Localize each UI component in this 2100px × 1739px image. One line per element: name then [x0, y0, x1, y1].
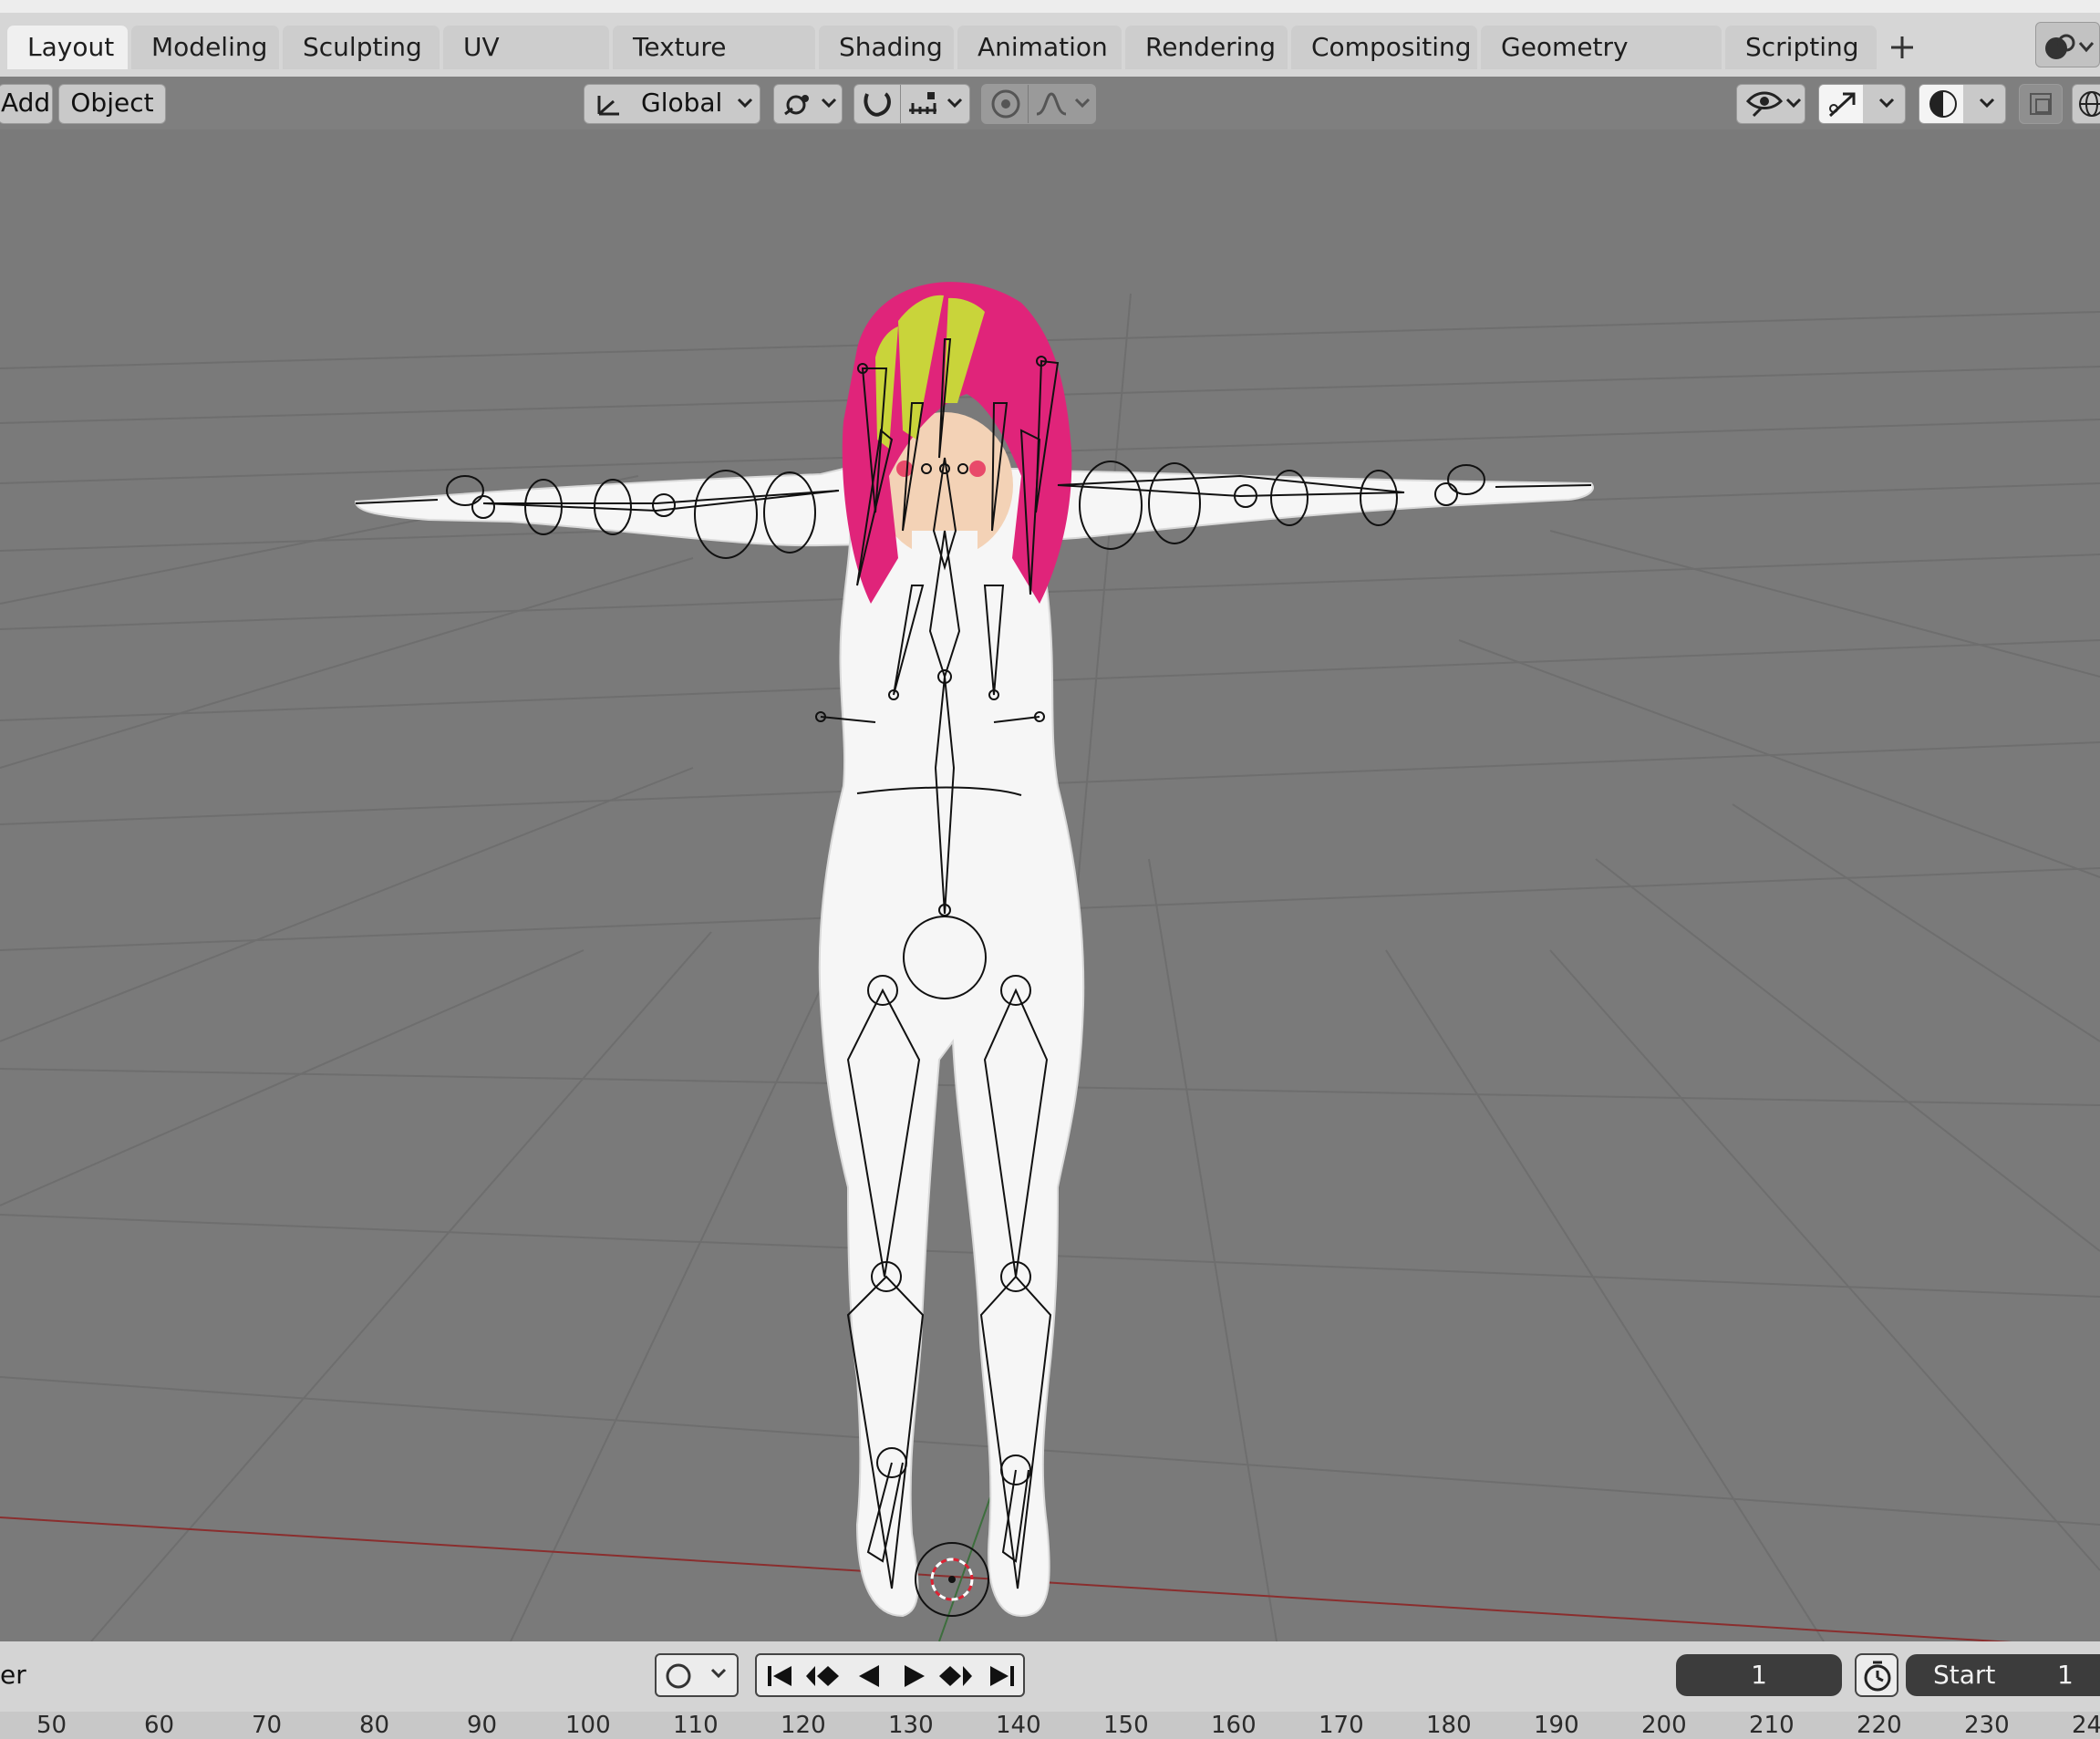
ruler-tick-label: 150	[1103, 1712, 1149, 1739]
engine-icon[interactable]	[2035, 22, 2100, 67]
play-reverse-icon[interactable]	[852, 1661, 888, 1692]
transform-orientation-dropdown[interactable]: Global	[584, 84, 760, 124]
ruler-tick-label: 70	[252, 1712, 283, 1739]
keyframe-dropdown[interactable]	[655, 1653, 739, 1697]
ruler-tick-label: 90	[467, 1712, 498, 1739]
orientation-axes-icon	[597, 96, 619, 116]
ruler-tick-label: 60	[144, 1712, 175, 1739]
ruler-tick-label: 210	[1749, 1712, 1795, 1739]
ruler-tick-label: 140	[996, 1712, 1041, 1739]
jump-to-end-icon[interactable]	[983, 1661, 1019, 1692]
timeline-header: er 1 Start 1	[0, 1641, 2100, 1712]
ruler-tick-label: 190	[1534, 1712, 1579, 1739]
chevron-down-icon	[1878, 98, 1895, 109]
gizmo-arrow-icon[interactable]	[1825, 88, 1861, 119]
tab-compositing[interactable]: Compositing	[1291, 26, 1477, 69]
viewport-header: Add Object Global	[0, 77, 2100, 129]
current-frame-field[interactable]: 1	[1676, 1654, 1842, 1696]
chevron-down-icon	[737, 98, 753, 109]
tab-sculpting[interactable]: Sculpting	[283, 26, 440, 69]
preview-range-toggle[interactable]	[1855, 1653, 1898, 1697]
plus-icon[interactable]	[1884, 29, 1920, 66]
ruler-tick-label: 160	[1211, 1712, 1257, 1739]
snap-group[interactable]	[853, 84, 970, 124]
frame-ruler[interactable]: 50 60 70 80 90 100 110 120 130 140 150 1…	[0, 1712, 2100, 1739]
object-menu[interactable]: Object	[58, 84, 166, 124]
ruler-tick-label: 200	[1641, 1712, 1687, 1739]
xray-toggle[interactable]	[2019, 84, 2063, 124]
3d-viewport[interactable]	[0, 129, 2100, 1641]
add-menu[interactable]: Add	[0, 84, 53, 124]
playback-controls	[755, 1653, 1025, 1697]
tab-layout[interactable]: Layout	[7, 26, 128, 69]
ruler-tick-label: 130	[888, 1712, 934, 1739]
gizmo-dropdown[interactable]	[1818, 84, 1906, 124]
ruler-tick-label: 50	[36, 1712, 67, 1739]
pivot-point-icon	[784, 95, 809, 116]
tab-texture-paint[interactable]: Texture Paint	[613, 26, 815, 106]
chevron-down-icon	[821, 98, 837, 109]
snap-magnet-icon[interactable]	[860, 88, 898, 119]
wireframe-globe-icon	[2079, 91, 2100, 117]
snap-increment-icon[interactable]	[905, 90, 942, 118]
timeline-left-label: er	[0, 1660, 26, 1690]
proportional-edit-icon[interactable]	[989, 88, 1024, 119]
next-keyframe-icon[interactable]	[936, 1661, 978, 1692]
ruler-tick-label: 230	[1964, 1712, 2010, 1739]
window-title-strip	[0, 0, 2100, 13]
jump-to-start-icon[interactable]	[762, 1661, 799, 1692]
record-circle-icon	[666, 1663, 691, 1689]
proportional-edit-group[interactable]	[981, 84, 1096, 124]
ruler-tick-label: 100	[565, 1712, 611, 1739]
tab-scripting[interactable]: Scripting	[1725, 26, 1877, 69]
ruler-tick-label: 80	[359, 1712, 390, 1739]
chevron-down-icon	[947, 98, 963, 109]
tab-shading[interactable]: Shading	[819, 26, 954, 69]
chevron-down-icon	[710, 1668, 727, 1679]
prev-keyframe-icon[interactable]	[802, 1661, 844, 1692]
tab-modeling[interactable]: Modeling	[131, 26, 279, 69]
visibility-eye-icon	[1745, 91, 1784, 118]
chevron-down-icon	[1979, 98, 1995, 109]
workspace-tab-bar: Layout Modeling Sculpting UV Editing Tex…	[0, 13, 2100, 106]
tab-rendering[interactable]: Rendering	[1125, 26, 1288, 69]
ruler-tick-label: 24	[2072, 1712, 2100, 1739]
tab-animation[interactable]: Animation	[957, 26, 1122, 69]
wireframe-shading-button[interactable]	[2072, 84, 2100, 124]
tab-geometry-nodes[interactable]: Geometry Nodes	[1481, 26, 1722, 106]
tab-uv-editing[interactable]: UV Editing	[443, 26, 609, 106]
chevron-down-icon	[1074, 98, 1091, 109]
ruler-tick-label: 110	[673, 1712, 719, 1739]
ruler-tick-label: 170	[1319, 1712, 1364, 1739]
transform-orientation-label: Global	[641, 88, 723, 118]
ruler-tick-label: 120	[781, 1712, 826, 1739]
stopwatch-icon	[1864, 1661, 1891, 1692]
overlay-sphere-icon[interactable]	[1925, 88, 1961, 119]
start-label: Start	[1933, 1660, 1996, 1690]
xray-icon	[2030, 93, 2052, 115]
start-value: 1	[2057, 1660, 2074, 1690]
play-icon[interactable]	[895, 1661, 932, 1692]
falloff-curve-icon[interactable]	[1033, 90, 1070, 118]
pivot-point-dropdown[interactable]	[773, 84, 843, 124]
ruler-tick-label: 180	[1426, 1712, 1472, 1739]
overlay-dropdown[interactable]	[1919, 84, 2006, 124]
chevron-down-icon	[1785, 98, 1802, 109]
visibility-dropdown[interactable]	[1736, 84, 1805, 124]
ruler-tick-label: 220	[1857, 1712, 1902, 1739]
start-frame-field[interactable]: Start 1	[1906, 1654, 2100, 1696]
viewport-scene	[0, 129, 2100, 1641]
